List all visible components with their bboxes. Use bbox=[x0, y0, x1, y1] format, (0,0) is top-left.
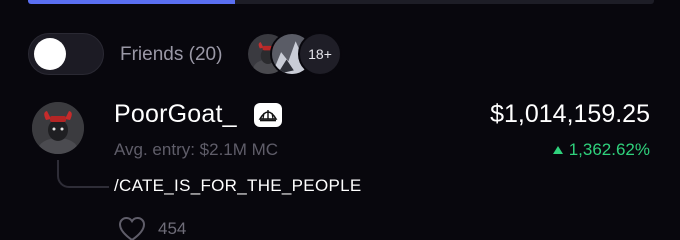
change-percent-value: 1,362.62% bbox=[568, 140, 650, 159]
position-card: Friends (20) 18+ PoorGoat_ Avg. entry: $… bbox=[0, 0, 680, 240]
position-value: $1,014,159.25 bbox=[490, 100, 650, 128]
friends-toggle[interactable] bbox=[28, 33, 104, 75]
avg-entry: Avg. entry: $2.1M MC bbox=[114, 140, 279, 159]
progress-fill bbox=[28, 0, 235, 4]
avatar[interactable] bbox=[32, 102, 84, 154]
friends-label: Friends (20) bbox=[120, 44, 223, 65]
change-percent: 1,362.62% bbox=[552, 140, 650, 160]
comment-text: /CATE_IS_FOR_THE_PEOPLE bbox=[114, 176, 362, 195]
like-control[interactable]: 454 bbox=[118, 216, 186, 240]
platform-badge-icon bbox=[254, 103, 282, 127]
username[interactable]: PoorGoat_ bbox=[114, 100, 237, 129]
heart-icon[interactable] bbox=[118, 216, 146, 240]
likes-count: 454 bbox=[158, 219, 187, 238]
thread-connector bbox=[57, 160, 109, 188]
triangle-up-icon bbox=[552, 146, 563, 154]
progress-bar bbox=[28, 0, 654, 4]
more-friends-badge[interactable]: 18+ bbox=[298, 32, 342, 76]
toggle-knob bbox=[34, 38, 66, 70]
